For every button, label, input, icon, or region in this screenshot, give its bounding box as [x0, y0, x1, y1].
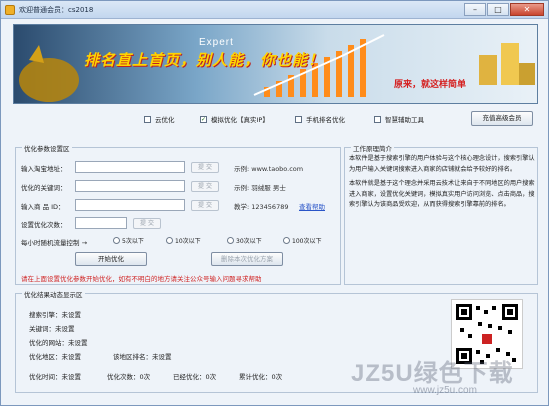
option-label: 智慧辅助工具 — [385, 116, 424, 124]
checkbox[interactable] — [144, 115, 151, 123]
instruction-warning: 请在上面设置优化参数开始优化，如有不明白的地方请关注公众号输入问题寻求帮助 — [21, 275, 262, 283]
url-example: 示例: www.taobo.com — [234, 165, 304, 173]
minimize-button[interactable]: – — [464, 3, 486, 16]
result-search-engine: 搜索引擎：未设置 — [29, 311, 81, 319]
result-total: 累计优化：0次 — [239, 373, 283, 381]
delete-plan-button[interactable]: 删除本次优化方案 — [211, 252, 283, 266]
intro-group-title: 工作原理简介 — [351, 143, 394, 153]
radio-dot[interactable] — [113, 237, 120, 244]
window-controls: – □ ✕ — [464, 3, 544, 16]
option-cloud[interactable]: 云优化 — [144, 114, 175, 124]
radio-5[interactable]: 5次以下 — [113, 236, 144, 245]
radio-30[interactable]: 30次以下 — [227, 236, 262, 245]
submit-url-button[interactable]: 提 交 — [191, 162, 219, 173]
intro-text: 本软件是基于搜索引擎的用户体验与这个核心理念设计，搜索引擎认为用户输入关键词搜索… — [349, 154, 535, 211]
watermark-text: JZ5U绿色下载 — [351, 360, 514, 387]
result-optimized: 已经优化：0次 — [173, 373, 217, 381]
watermark-url: www.jz5u.com — [413, 385, 477, 396]
option-label: 云优化 — [155, 116, 175, 124]
option-label: 手机排名优化 — [306, 116, 345, 124]
submit-keyword-button[interactable]: 提 交 — [191, 181, 219, 192]
url-label: 输入淘宝地址： — [21, 165, 67, 173]
radio-dot[interactable] — [283, 237, 290, 244]
title-bar[interactable]: 欢迎普通会员：cs2018 – □ ✕ — [1, 1, 548, 19]
bull-horn — [29, 45, 44, 63]
close-button[interactable]: ✕ — [510, 3, 544, 16]
intro-paragraph-1: 本软件是基于搜索引擎的用户体验与这个核心理念设计，搜索引擎认为用户输入关键词搜索… — [349, 155, 535, 173]
app-icon — [5, 5, 15, 15]
count-input[interactable] — [75, 217, 127, 229]
intro-paragraph-2: 本软件就是基于这个理念并采用云技术让来自于不同地区的用户搜索进入商家，设置优化关… — [349, 180, 535, 208]
view-help-link[interactable]: 查看帮助 — [299, 201, 325, 211]
radio-label: 30次以下 — [236, 238, 262, 245]
settings-group-title: 优化参数设置区 — [22, 143, 72, 153]
radio-label: 10次以下 — [175, 238, 201, 245]
count-label: 设置优化次数： — [21, 221, 67, 229]
radio-dot[interactable] — [227, 237, 234, 244]
result-keyword: 关键词：未设置 — [29, 325, 75, 333]
app-window: 欢迎普通会员：cs2018 – □ ✕ Expert 排名直上首页，别人能，你也… — [0, 0, 549, 406]
submit-product-id-button[interactable]: 提 交 — [191, 200, 219, 211]
result-region-rank: 该地区排名：未设置 — [113, 353, 172, 361]
banner-sub-slogan: 原来，就这样简单 — [394, 80, 467, 90]
promo-banner: Expert 排名直上首页，别人能，你也能！ 原来，就这样简单 — [13, 24, 538, 104]
keyword-input[interactable] — [75, 180, 185, 192]
results-group-title: 优化结果动态显示区 — [22, 289, 85, 299]
option-simulate[interactable]: ✓ 模拟优化【真实IP】 — [200, 114, 269, 124]
result-region: 优化地区：未设置 — [29, 353, 81, 361]
checkbox[interactable] — [295, 115, 302, 123]
product-id-label: 输入商 品 ID： — [21, 203, 65, 211]
checkbox[interactable] — [374, 115, 381, 123]
window-title: 欢迎普通会员：cs2018 — [19, 6, 94, 14]
url-input[interactable] — [75, 161, 185, 173]
result-count: 优化次数：0次 — [107, 373, 151, 381]
product-id-example: 教学: 123456789 — [234, 203, 289, 211]
checkbox-checked[interactable]: ✓ — [200, 115, 207, 123]
keyword-example: 示例: 羽绒服 男士 — [234, 184, 286, 192]
upgrade-member-button[interactable]: 充值高级会员 — [471, 111, 533, 126]
bull-figure — [19, 58, 79, 102]
keyword-label: 优化的关键词： — [21, 184, 67, 192]
flow-control-label: 每小时随机流量控制 → — [21, 239, 88, 247]
banner-expert-text: Expert — [199, 37, 234, 48]
option-tools[interactable]: 智慧辅助工具 — [374, 114, 424, 124]
result-site: 优化的网站：未设置 — [29, 339, 88, 347]
radio-100[interactable]: 100次以下 — [283, 236, 321, 245]
radio-dot[interactable] — [166, 237, 173, 244]
start-optimize-button[interactable]: 开始优化 — [75, 252, 147, 266]
option-mobile[interactable]: 手机排名优化 — [295, 114, 345, 124]
submit-count-button[interactable]: 提 交 — [133, 218, 161, 229]
gold-coins — [479, 43, 535, 85]
maximize-button[interactable]: □ — [487, 3, 509, 16]
radio-label: 100次以下 — [292, 238, 322, 245]
radio-label: 5次以下 — [122, 238, 144, 245]
option-label: 模拟优化【真实IP】 — [211, 116, 269, 124]
product-id-input[interactable] — [75, 199, 185, 211]
option-bar: 云优化 ✓ 模拟优化【真实IP】 手机排名优化 智慧辅助工具 充值高级会员 — [13, 108, 538, 130]
result-time: 优化时间：未设置 — [29, 373, 81, 381]
banner-slogan: 排名直上首页，别人能，你也能！ — [84, 51, 325, 69]
radio-10[interactable]: 10次以下 — [166, 236, 201, 245]
